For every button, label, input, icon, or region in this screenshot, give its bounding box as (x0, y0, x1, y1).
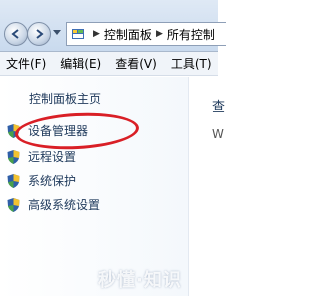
forward-arrow-icon (36, 29, 44, 39)
content-text: W (212, 127, 224, 141)
menu-bar: 文件(F) 编辑(E) 查看(V) 工具(T) (0, 52, 218, 76)
menu-edit[interactable]: 编辑(E) (53, 55, 108, 72)
watermark-text: 秒懂·知识 (98, 270, 182, 291)
control-panel-home-link[interactable]: 控制面板主页 (29, 90, 101, 107)
task-label: 系统保护 (28, 174, 77, 188)
breadcrumb-all-items[interactable]: 所有控制 (167, 26, 215, 43)
task-label: 高级系统设置 (28, 198, 101, 212)
forward-button[interactable] (27, 22, 51, 46)
content-heading: 查 (212, 100, 226, 115)
shield-icon (7, 173, 20, 188)
shield-icon (7, 197, 20, 212)
back-arrow-icon (11, 29, 19, 39)
menu-view[interactable]: 查看(V) (108, 55, 164, 72)
task-label: 远程设置 (28, 150, 77, 164)
shield-icon (7, 149, 20, 164)
back-button[interactable] (4, 22, 28, 46)
address-path[interactable]: ▶ 控制面板 ▶ 所有控制 (66, 22, 226, 46)
dropdown-arrow-icon[interactable] (53, 30, 61, 36)
breadcrumb-separator-icon: ▶ (155, 29, 163, 39)
address-bar: ▶ 控制面板 ▶ 所有控制 (0, 0, 226, 52)
breadcrumb-control-panel[interactable]: 控制面板 (104, 26, 152, 43)
task-system-protection[interactable]: 系统保护 (6, 172, 76, 189)
task-advanced-system-settings[interactable]: 高级系统设置 (6, 196, 100, 213)
task-remote-settings[interactable]: 远程设置 (6, 148, 76, 165)
menu-file[interactable]: 文件(F) (0, 55, 53, 72)
control-panel-icon (72, 29, 84, 39)
menu-tools[interactable]: 工具(T) (164, 55, 219, 72)
breadcrumb-separator-icon: ▶ (93, 29, 100, 39)
